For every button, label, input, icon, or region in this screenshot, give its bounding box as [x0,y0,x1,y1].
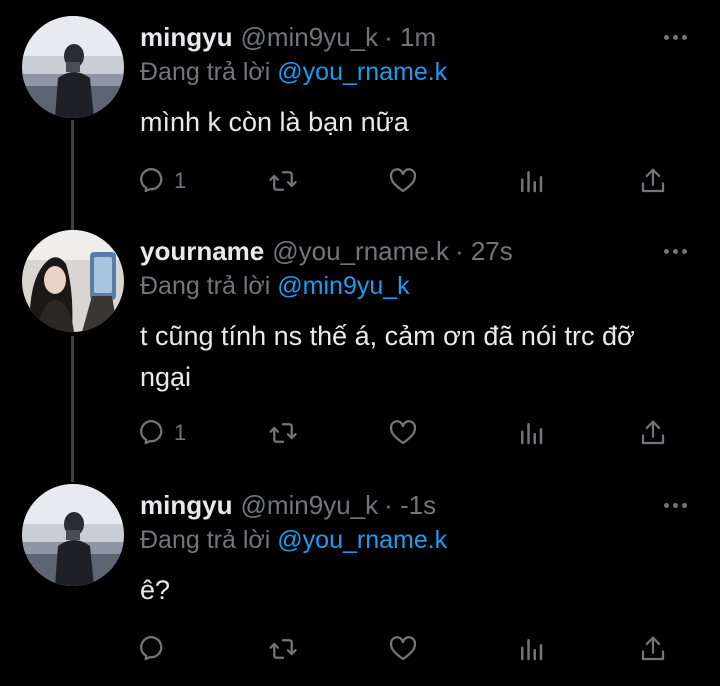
reply-icon [140,420,163,445]
views-icon [521,171,543,193]
like-button[interactable] [388,634,418,664]
action-bar: 1 [140,418,690,448]
like-button[interactable] [388,166,418,196]
share-button[interactable] [638,418,668,448]
retweet-icon [269,423,297,443]
mention-link[interactable]: @you_rname.k [277,526,447,554]
retweet-button[interactable] [268,418,298,448]
avatar[interactable] [22,484,124,586]
replying-to-label: Đang trả lời [140,272,278,300]
share-button[interactable] [638,166,668,196]
share-icon [641,636,665,661]
tweet-text: t cũng tính ns thế á, cảm ơn đã nói trc … [140,321,635,392]
timestamp[interactable]: · 27s [455,236,513,267]
more-icon[interactable] [664,500,694,510]
timestamp[interactable]: · 1m [384,22,436,53]
reply-count: 1 [174,420,187,445]
replying-to: Đang trả lời @you_rname.k [140,526,447,555]
more-icon[interactable] [664,32,694,42]
like-icon [389,168,417,193]
views-icon [521,639,543,661]
reply-button[interactable]: 1 [140,418,186,448]
reply-count: 1 [174,168,187,193]
reply-icon [140,636,163,661]
more-icon[interactable] [664,246,694,256]
handle[interactable]: @min9yu_k [240,490,378,521]
avatar[interactable] [22,16,124,118]
reply-button[interactable] [140,634,174,664]
reply-icon [140,168,163,193]
retweet-icon [269,639,297,659]
tweet-text: mình k còn là bạn nữa [140,107,409,137]
views-button[interactable] [516,634,546,664]
handle[interactable]: @min9yu_k [240,22,378,53]
handle[interactable]: @you_rname.k [272,236,449,267]
retweet-button[interactable] [268,166,298,196]
replying-to: Đang trả lời @you_rname.k [140,58,447,87]
timestamp[interactable]: · -1s [384,490,436,521]
replying-to-label: Đang trả lời [140,526,278,554]
display-name[interactable]: mingyu [140,490,232,521]
tweet-header: mingyu @min9yu_k · 1m [140,22,436,60]
mention-link[interactable]: @you_rname.k [277,58,447,86]
mention-link[interactable]: @min9yu_k [277,272,409,300]
retweet-icon [269,171,297,191]
share-icon [641,420,665,445]
share-icon [641,168,665,193]
reply-button[interactable]: 1 [140,166,186,196]
tweet[interactable]: yourname @you_rname.k · 27s Đang trả lời… [0,228,720,482]
replying-to: Đang trả lời @min9yu_k [140,272,410,301]
like-icon [389,420,417,445]
like-icon [389,636,417,661]
display-name[interactable]: yourname [140,236,264,267]
action-bar [140,634,690,664]
tweet[interactable]: mingyu @min9yu_k · 1m Đang trả lời @you_… [0,0,720,228]
tweet-header: yourname @you_rname.k · 27s [140,236,513,274]
action-bar: 1 [140,166,690,196]
tweet-text: ê? [140,575,171,605]
display-name[interactable]: mingyu [140,22,232,53]
retweet-button[interactable] [268,634,298,664]
share-button[interactable] [638,634,668,664]
tweet[interactable]: mingyu @min9yu_k · -1s Đang trả lời @you… [0,482,720,686]
like-button[interactable] [388,418,418,448]
replying-to-label: Đang trả lời [140,58,278,86]
avatar[interactable] [22,230,124,332]
views-button[interactable] [516,418,546,448]
tweet-header: mingyu @min9yu_k · -1s [140,490,436,528]
views-icon [521,423,543,445]
views-button[interactable] [516,166,546,196]
